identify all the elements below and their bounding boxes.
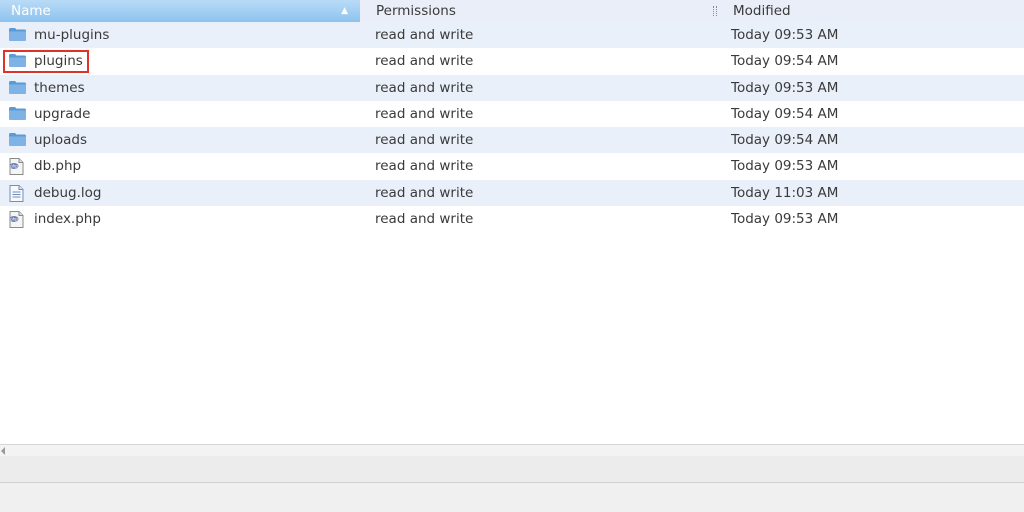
- text-file-icon: [9, 184, 24, 206]
- file-list: mu-plugins read and write Today 09:53 AM pl…: [0, 22, 1024, 232]
- svg-text:php: php: [10, 217, 18, 222]
- file-name[interactable]: uploads: [34, 127, 87, 153]
- svg-text:php: php: [10, 164, 18, 169]
- file-name[interactable]: debug.log: [34, 180, 101, 206]
- file-row-debug-log[interactable]: debug.log read and write Today 11:03 AM: [0, 179, 1024, 207]
- file-row-index-php[interactable]: php index.php read and write Today 09:53 AM: [0, 206, 1024, 232]
- file-row-mu-plugins[interactable]: mu-plugins read and write Today 09:53 AM: [0, 22, 1024, 49]
- status-bar: [0, 456, 1024, 483]
- file-modified: Today 09:54 AM: [731, 105, 839, 122]
- php-file-icon: php: [9, 158, 24, 179]
- folder-icon: [9, 80, 26, 98]
- file-row-themes[interactable]: themes read and write Today 09:53 AM: [0, 74, 1024, 101]
- file-name[interactable]: db.php: [34, 153, 81, 179]
- file-row-uploads[interactable]: uploads read and write Today 09:54 AM: [0, 127, 1024, 154]
- file-permissions: read and write: [375, 27, 474, 43]
- file-permissions: read and write: [375, 132, 474, 149]
- column-header-name[interactable]: Name ▲: [0, 0, 360, 22]
- file-modified: Today 09:54 AM: [731, 132, 839, 149]
- folder-icon: [9, 53, 26, 71]
- file-modified: Today 09:53 AM: [731, 211, 839, 228]
- folder-icon: [9, 132, 26, 150]
- scroll-left-arrow-icon[interactable]: [1, 447, 5, 455]
- file-row-upgrade[interactable]: upgrade read and write Today 09:54 AM: [0, 101, 1024, 127]
- file-modified: Today 11:03 AM: [731, 184, 839, 201]
- file-permissions: read and write: [375, 105, 474, 122]
- file-permissions: read and write: [375, 211, 474, 228]
- column-header-name-label: Name: [11, 3, 51, 19]
- file-permissions: read and write: [375, 184, 474, 201]
- file-modified: Today 09:53 AM: [731, 27, 839, 43]
- file-name[interactable]: plugins: [34, 48, 83, 74]
- bottom-panel: [0, 483, 1024, 512]
- file-permissions: read and write: [375, 79, 474, 96]
- file-modified: Today 09:53 AM: [731, 158, 839, 175]
- column-header-modified-label: Modified: [733, 3, 791, 19]
- column-header-permissions-label: Permissions: [376, 3, 456, 19]
- column-header-permissions[interactable]: Permissions: [376, 0, 456, 22]
- php-file-icon: php: [9, 211, 24, 232]
- file-modified: Today 09:54 AM: [731, 53, 839, 70]
- sort-ascending-icon: ▲: [341, 6, 348, 16]
- column-header-bar: Name ▲ Permissions Modified: [0, 0, 1024, 22]
- file-name[interactable]: themes: [34, 75, 85, 101]
- file-row-plugins[interactable]: plugins read and write Today 09:54 AM: [0, 48, 1024, 74]
- folder-icon: [9, 106, 26, 124]
- file-name[interactable]: index.php: [34, 206, 101, 232]
- file-name[interactable]: upgrade: [34, 101, 90, 127]
- file-name[interactable]: mu-plugins: [34, 22, 109, 48]
- file-permissions: read and write: [375, 53, 474, 70]
- column-resize-handle[interactable]: [713, 6, 717, 16]
- file-modified: Today 09:53 AM: [731, 79, 839, 96]
- file-permissions: read and write: [375, 158, 474, 175]
- column-header-modified[interactable]: Modified: [733, 0, 791, 22]
- file-row-db-php[interactable]: php db.php read and write Today 09:53 AM: [0, 153, 1024, 179]
- folder-icon: [9, 27, 26, 45]
